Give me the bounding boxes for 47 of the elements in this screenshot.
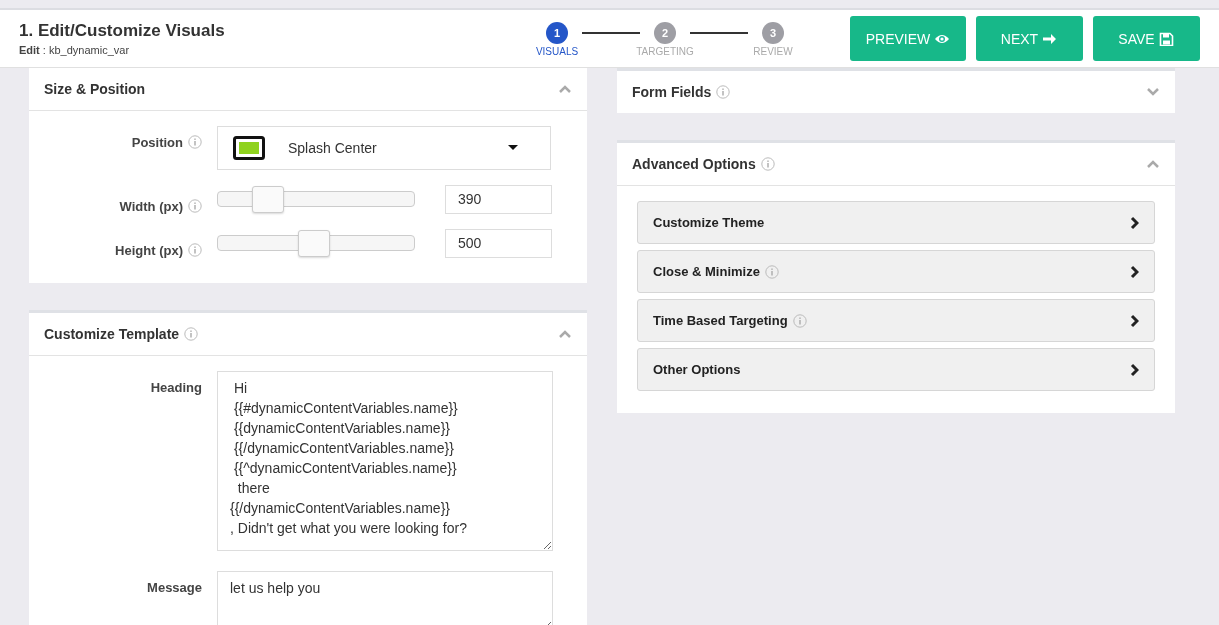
accordion-label: Time Based Targeting xyxy=(653,313,788,328)
chevron-right-icon xyxy=(1130,215,1139,230)
field-label: Height (px) xyxy=(115,243,183,258)
chevron-right-icon xyxy=(1130,362,1139,377)
panel-title: Advanced Options xyxy=(632,156,756,172)
slider[interactable] xyxy=(217,185,415,213)
message-textarea[interactable]: let us help you xyxy=(217,571,553,625)
info-icon xyxy=(188,243,202,257)
step-label[interactable]: VISUALS xyxy=(535,46,579,57)
number-input[interactable]: 500 xyxy=(445,228,552,258)
heading-textarea[interactable]: Hi {{#dynamicContentVariables.name}} {{dynamicContentVariables.name}} {{/dynamicContentVariables.name}} {{^dynamicContentVariables.name}} there {{/dynamicContentVariables.name}} , Didn't get what you were looking for? xyxy=(217,371,553,551)
accordion-item[interactable]: Other Options xyxy=(637,348,1155,391)
chevron-icon[interactable] xyxy=(558,329,572,339)
accordion-item[interactable]: Close & Minimize xyxy=(637,250,1155,293)
page-title: 1. Edit/Customize Visuals xyxy=(19,21,226,41)
accordion-item[interactable]: Time Based Targeting xyxy=(637,299,1155,342)
panel-title: Customize Template xyxy=(44,326,180,342)
slider[interactable] xyxy=(217,229,415,257)
caret-icon xyxy=(508,145,518,151)
accordion-label: Close & Minimize xyxy=(653,264,760,279)
info-icon xyxy=(188,135,202,149)
field-label: Message xyxy=(147,580,202,595)
accordion-label: Customize Theme xyxy=(653,215,765,230)
save-icon xyxy=(1158,31,1175,46)
info-icon xyxy=(760,157,775,171)
accordion-label: Other Options xyxy=(653,362,741,377)
chevron-right-icon xyxy=(1130,313,1139,328)
field-label: Heading xyxy=(150,380,202,395)
info-icon xyxy=(184,327,199,341)
field-label: Position xyxy=(131,135,183,150)
slider-handle[interactable] xyxy=(252,185,285,213)
arrow-right-icon xyxy=(1042,31,1059,46)
step-number[interactable]: 1 xyxy=(546,22,568,44)
number-input[interactable]: 390 xyxy=(445,184,552,214)
field-label: Width (px) xyxy=(119,199,183,214)
chevron-icon[interactable] xyxy=(1146,87,1160,97)
info-icon xyxy=(716,85,731,99)
screen-icon xyxy=(233,136,265,160)
info-icon xyxy=(188,199,202,213)
slider-handle[interactable] xyxy=(298,229,330,257)
panel-title: Form Fields xyxy=(632,84,712,100)
chevron-icon[interactable] xyxy=(1146,159,1160,169)
panel-title: Size & Position xyxy=(44,81,146,97)
chevron-icon[interactable] xyxy=(558,84,572,94)
position-dropdown[interactable]: Splash Center xyxy=(217,126,551,170)
accordion-item[interactable]: Customize Theme xyxy=(637,201,1155,244)
chevron-right-icon xyxy=(1130,264,1139,279)
